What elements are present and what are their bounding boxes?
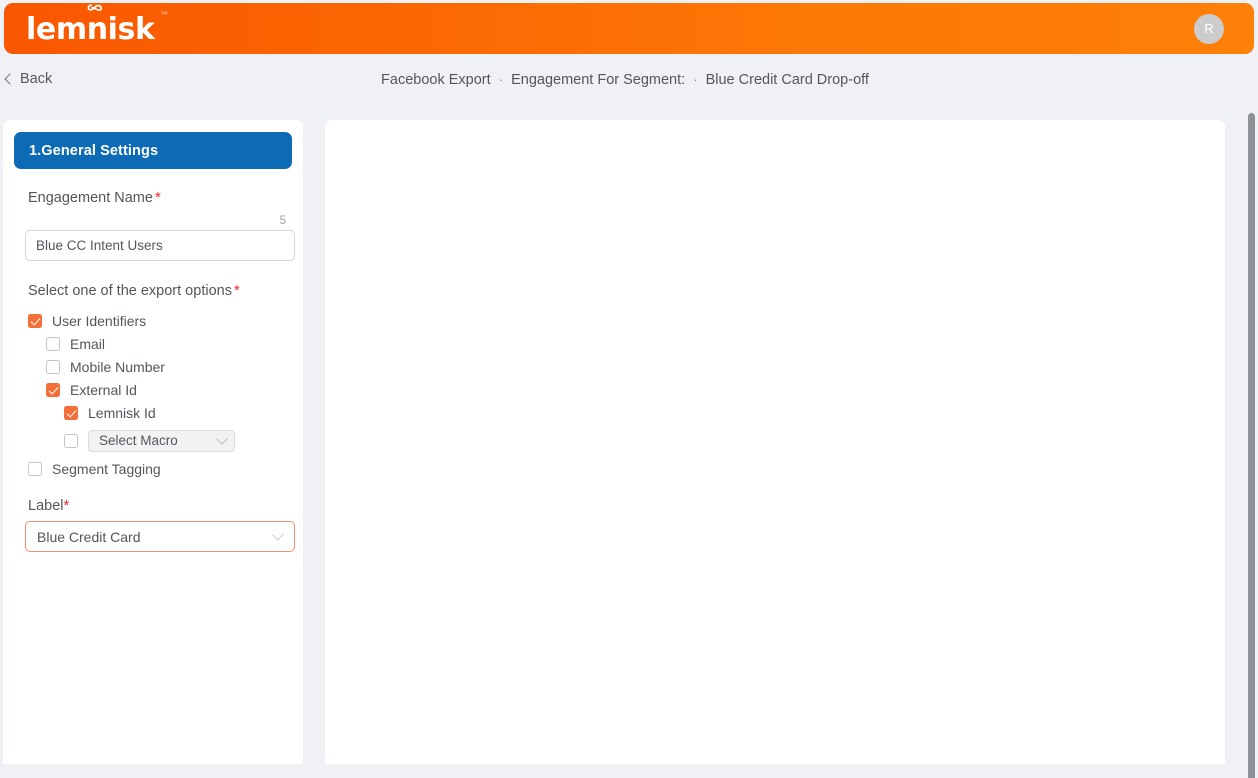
- label-select-value: Blue Credit Card: [37, 528, 141, 545]
- engagement-name-input[interactable]: [25, 230, 295, 261]
- checkbox-row-lemnisk-id[interactable]: Lemnisk Id: [28, 401, 292, 424]
- app-header: lemnisk ™ R: [4, 3, 1254, 54]
- checkbox-label-segment-tagging: Segment Tagging: [52, 460, 161, 477]
- label-select[interactable]: Blue Credit Card: [25, 521, 295, 552]
- export-options-text: Select one of the export options: [28, 283, 232, 299]
- content-panel: [325, 120, 1225, 764]
- required-asterisk: *: [154, 189, 161, 206]
- checkbox-row-segment-tagging[interactable]: Segment Tagging: [28, 457, 292, 480]
- engagement-name-label: Engagement Name *: [14, 189, 292, 206]
- breadcrumb-item-export-type[interactable]: Facebook Export: [381, 72, 491, 88]
- app-logo[interactable]: lemnisk ™: [26, 4, 168, 47]
- avatar-initial: R: [1204, 21, 1214, 36]
- required-asterisk: *: [63, 497, 70, 514]
- export-options-label: Select one of the export options *: [14, 282, 292, 299]
- macro-select[interactable]: Select Macro: [88, 429, 235, 452]
- checkbox-label-email: Email: [70, 335, 106, 352]
- required-asterisk: *: [233, 282, 240, 299]
- checkbox-lemnisk-id[interactable]: [64, 405, 78, 420]
- checkbox-mobile-number[interactable]: [46, 359, 60, 374]
- checkbox-row-user-identifiers[interactable]: User Identifiers: [28, 309, 292, 332]
- checkbox-user-identifiers[interactable]: [28, 313, 42, 328]
- label-field-title: Label*: [14, 497, 292, 514]
- trademark-icon: ™: [159, 10, 168, 19]
- breadcrumb: Facebook Export · Engagement For Segment…: [0, 72, 1250, 88]
- checkbox-external-id[interactable]: [46, 382, 60, 397]
- breadcrumb-item-engagement: Engagement For Segment:: [511, 72, 686, 88]
- checkbox-label-mobile-number: Mobile Number: [70, 358, 165, 375]
- section-title-label: 1.General Settings: [29, 142, 159, 159]
- export-options-list: User Identifiers Email Mobile Number Ext…: [14, 309, 292, 480]
- general-settings-panel: 1.General Settings Engagement Name* 5 Se…: [3, 120, 303, 764]
- character-counter: 5: [279, 215, 286, 227]
- chevron-down-icon: [271, 528, 285, 541]
- checkbox-label-external-id: External Id: [70, 381, 137, 398]
- checkbox-row-mobile-number[interactable]: Mobile Number: [28, 355, 292, 378]
- checkbox-label-lemnisk-id: Lemnisk Id: [88, 404, 156, 421]
- engagement-name-text: Engagement Name: [28, 190, 153, 206]
- checkbox-email[interactable]: [46, 336, 60, 351]
- breadcrumb-separator: ·: [693, 72, 698, 87]
- macro-select-value: Select Macro: [99, 433, 178, 448]
- page-scrollbar-track[interactable]: [1245, 55, 1258, 778]
- macro-row: Select Macro: [28, 427, 292, 454]
- user-avatar[interactable]: R: [1194, 13, 1224, 44]
- section-header-general-settings[interactable]: 1.General Settings: [14, 132, 292, 169]
- breadcrumb-item-segment: Blue Credit Card Drop-off: [705, 72, 869, 88]
- logo-text: lemnisk: [26, 12, 155, 47]
- breadcrumb-separator: ·: [498, 72, 504, 87]
- checkbox-segment-tagging[interactable]: [28, 461, 42, 476]
- checkbox-label-user-identifiers: User Identifiers: [52, 312, 147, 329]
- chevron-down-icon: [216, 432, 228, 445]
- subheader: Back Facebook Export · Engagement For Se…: [0, 54, 1250, 109]
- checkbox-row-email[interactable]: Email: [28, 332, 292, 355]
- label-field-text: Label: [28, 498, 64, 514]
- checkbox-macro[interactable]: [64, 433, 78, 448]
- page-scrollbar-thumb[interactable]: [1248, 113, 1255, 778]
- checkbox-row-external-id[interactable]: External Id: [28, 378, 292, 401]
